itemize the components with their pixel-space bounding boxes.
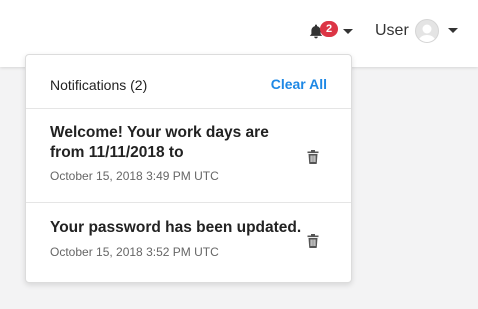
avatar	[415, 19, 439, 43]
notification-count-badge: 2	[320, 21, 338, 37]
trash-icon[interactable]	[307, 234, 319, 248]
clear-all-button[interactable]: Clear All	[271, 76, 327, 92]
notifications-title: Notifications (2)	[50, 77, 148, 93]
notification-item[interactable]: Your password has been updated. October …	[26, 203, 351, 283]
user-name: User	[375, 22, 409, 39]
chevron-down-icon	[448, 28, 458, 33]
notification-timestamp: October 15, 2018 3:49 PM UTC	[50, 169, 219, 183]
user-menu-toggle[interactable]: User	[375, 19, 461, 43]
notification-message: Welcome! Your work days are from 11/11/2…	[50, 124, 269, 161]
chevron-down-icon	[343, 29, 353, 34]
notification-item[interactable]: Welcome! Your work days are from 11/11/2…	[26, 109, 351, 203]
notification-timestamp: October 15, 2018 3:52 PM UTC	[50, 245, 219, 259]
trash-icon[interactable]	[307, 150, 319, 164]
notifications-toggle[interactable]: 2	[309, 20, 355, 42]
notifications-header: Notifications (2) Clear All	[26, 55, 351, 109]
notifications-dropdown: Notifications (2) Clear All Welcome! You…	[25, 54, 352, 283]
notification-message: Your password has been updated.	[50, 219, 302, 236]
